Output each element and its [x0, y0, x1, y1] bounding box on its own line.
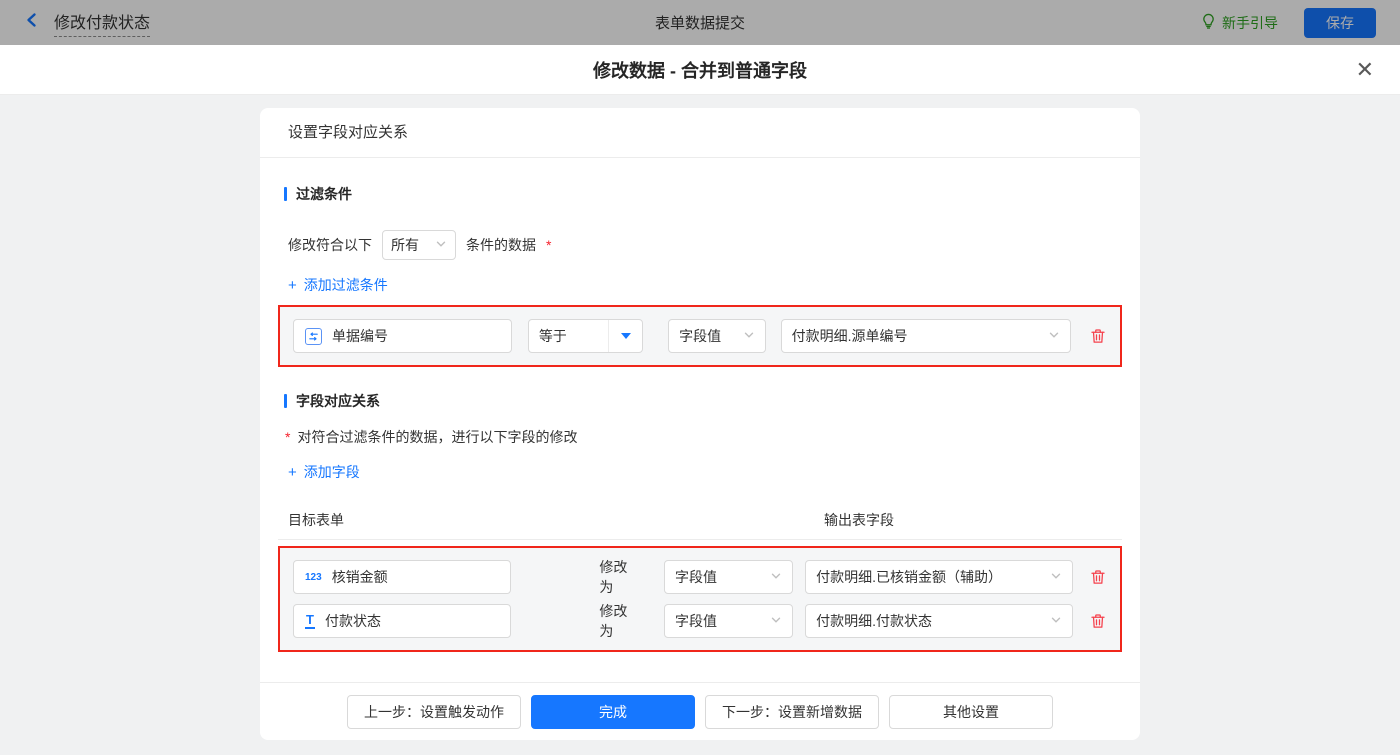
modal-title: 修改数据 - 合并到普通字段 [593, 60, 807, 81]
modal-body: 设置字段对应关系 过滤条件 修改符合以下 所有 条件的数据 * + 添加过滤条件… [0, 95, 1400, 755]
filter-conditions-box: 单据编号 等于 字段值 付款明细.源单编号 [278, 305, 1122, 367]
mapping-section-title: 字段对应关系 [284, 391, 1122, 411]
mapping-description-text: 对符合过滤条件的数据，进行以下字段的修改 [297, 429, 578, 445]
match-mode-value: 所有 [391, 237, 419, 253]
add-field-line: + 添加字段 [288, 462, 1122, 482]
source-field-select[interactable]: 付款明细.源单编号 [780, 319, 1072, 353]
filter-field-value: 单据编号 [332, 328, 388, 344]
source-field-value: 付款明细.源单编号 [791, 328, 908, 344]
serial-number-icon [305, 327, 322, 345]
chevron-down-icon [743, 328, 755, 344]
target-field-value: 核销金额 [331, 569, 388, 585]
delete-row-button[interactable] [1089, 327, 1107, 345]
plus-icon: + [288, 463, 297, 481]
filter-section-label: 过滤条件 [296, 186, 352, 202]
text-field-icon: T [305, 612, 315, 629]
required-mark: * [546, 237, 552, 253]
section-bar [284, 394, 287, 408]
target-field-input[interactable]: T 付款状态 [293, 604, 512, 638]
topbar: 修改付款状态 表单数据提交 新手引导 保存 [0, 0, 1400, 45]
required-mark: * [285, 429, 291, 445]
prev-step-button[interactable]: 上一步：设置触发动作 [347, 694, 521, 729]
mapping-row: 123 核销金额 修改为 字段值 付款明细.已核销金额（辅助） [293, 559, 1107, 595]
delete-row-button[interactable] [1089, 568, 1107, 586]
chevron-down-icon [1050, 569, 1062, 585]
done-button[interactable]: 完成 [531, 694, 695, 729]
condition-suffix: 条件的数据 [466, 237, 536, 253]
value-type-select[interactable]: 字段值 [663, 560, 794, 594]
topbar-right: 新手引导 保存 [1201, 7, 1376, 38]
chevron-down-icon [435, 237, 447, 253]
section-bar [284, 187, 287, 201]
card-footer: 上一步：设置触发动作 完成 下一步：设置新增数据 其他设置 [260, 682, 1140, 740]
output-field-select[interactable]: 付款明细.已核销金额（辅助） [805, 560, 1073, 594]
field-mapping-box: 123 核销金额 修改为 字段值 付款明细.已核销金额（辅助） T 付款状态 修… [278, 546, 1122, 652]
value-type-value: 字段值 [679, 328, 722, 344]
value-type-select[interactable]: 字段值 [663, 604, 794, 638]
target-field-value: 付款状态 [324, 613, 381, 629]
output-field-select[interactable]: 付款明细.付款状态 [805, 604, 1073, 638]
add-filter-condition-label: 添加过滤条件 [303, 277, 388, 293]
trash-icon [1091, 570, 1105, 584]
add-filter-line: + 添加过滤条件 [288, 275, 1122, 295]
operator-value: 等于 [538, 328, 567, 344]
close-icon[interactable]: ✕ [1356, 58, 1374, 81]
value-type-select[interactable]: 字段值 [668, 319, 766, 353]
plus-icon: + [288, 276, 297, 294]
operator-select[interactable]: 等于 [527, 319, 644, 353]
modify-to-label: 修改为 [599, 559, 628, 595]
delete-row-button[interactable] [1089, 612, 1107, 630]
card-title: 设置字段对应关系 [260, 108, 1140, 158]
filter-section-title: 过滤条件 [284, 184, 1122, 204]
add-field-label: 添加字段 [303, 464, 360, 480]
trash-icon [1091, 329, 1105, 343]
add-filter-condition-link[interactable]: + 添加过滤条件 [288, 275, 388, 295]
output-field-value: 付款明细.已核销金额（辅助） [816, 569, 1002, 585]
lightbulb-icon [1201, 13, 1216, 32]
mapping-description: * 对符合过滤条件的数据，进行以下字段的修改 [285, 427, 1122, 447]
condition-row: 修改符合以下 所有 条件的数据 * [288, 230, 1122, 260]
chevron-down-icon [770, 569, 782, 585]
dropdown-caret-icon[interactable] [608, 320, 642, 352]
next-step-button[interactable]: 下一步：设置新增数据 [705, 694, 879, 729]
output-field-column-header: 输出表字段 [824, 512, 894, 528]
filter-row: 单据编号 等于 字段值 付款明细.源单编号 [293, 319, 1107, 353]
other-settings-button[interactable]: 其他设置 [889, 694, 1053, 729]
filter-field-input[interactable]: 单据编号 [293, 319, 512, 353]
add-field-link[interactable]: + 添加字段 [288, 462, 360, 482]
value-type-value: 字段值 [674, 569, 717, 585]
value-type-value: 字段值 [674, 613, 717, 629]
settings-card: 设置字段对应关系 过滤条件 修改符合以下 所有 条件的数据 * + 添加过滤条件… [260, 108, 1140, 740]
output-field-value: 付款明细.付款状态 [816, 613, 932, 629]
mapping-column-headers: 目标表单 输出表字段 [288, 510, 1122, 530]
trash-icon [1091, 614, 1105, 628]
chevron-down-icon [770, 613, 782, 629]
modal-header: 修改数据 - 合并到普通字段 ✕ [0, 45, 1400, 95]
number-field-icon: 123 [305, 571, 322, 583]
chevron-down-icon [1050, 613, 1062, 629]
chevron-down-icon [1048, 328, 1060, 344]
card-content: 过滤条件 修改符合以下 所有 条件的数据 * + 添加过滤条件 单据编号 等于 … [260, 158, 1140, 682]
target-field-input[interactable]: 123 核销金额 [293, 560, 512, 594]
beginner-guide-label: 新手引导 [1222, 14, 1278, 31]
target-form-column-header: 目标表单 [288, 512, 344, 528]
page-title: 表单数据提交 [654, 15, 745, 32]
save-button[interactable]: 保存 [1304, 7, 1376, 38]
mapping-section-label: 字段对应关系 [296, 393, 380, 409]
mapping-row: T 付款状态 修改为 字段值 付款明细.付款状态 [293, 603, 1107, 639]
condition-prefix: 修改符合以下 [288, 237, 372, 253]
beginner-guide-link[interactable]: 新手引导 [1201, 13, 1278, 33]
modify-to-label: 修改为 [599, 603, 628, 639]
match-mode-select[interactable]: 所有 [382, 230, 456, 260]
header-divider [278, 539, 1122, 540]
